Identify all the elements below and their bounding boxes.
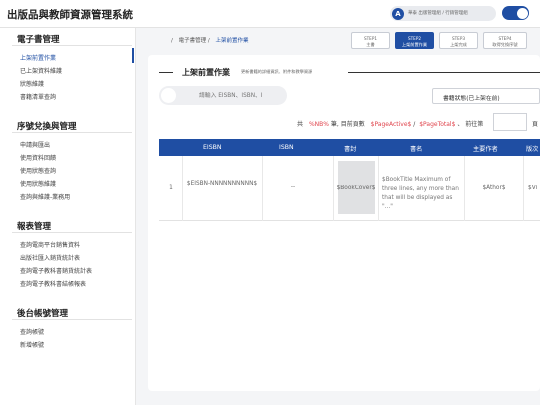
app-title: 出版品與教師資源管理系統	[7, 9, 133, 21]
cell-cover: $BookCover$	[336, 185, 376, 191]
breadcrumb: / 電子書管理 / 上架前置作業	[171, 36, 249, 44]
cell-divider	[182, 156, 183, 221]
pager-mid: 筆, 目前頁數	[330, 121, 365, 128]
sidebar-item-add-account[interactable]: 新增帳號	[20, 340, 44, 349]
sidebar-item-publisher-import[interactable]: 出版社匯入銷貨統計表	[20, 253, 80, 262]
divider	[12, 45, 132, 46]
toggle-knob	[516, 7, 528, 19]
theme-toggle[interactable]	[502, 6, 529, 20]
sidebar-item-prelisting[interactable]: 上架前置作業	[20, 53, 56, 62]
column-header-isbn[interactable]: ISBN	[279, 144, 294, 151]
cell-book-title[interactable]: $BookTitle Maximum of three lines, any m…	[382, 176, 464, 212]
sidebar-item-textbook-sales[interactable]: 查詢電子教科書銷貨統計表	[20, 266, 92, 275]
page-number-input[interactable]	[493, 113, 527, 131]
search-input[interactable]	[199, 86, 285, 105]
sidebar-item-query-account[interactable]: 查詢帳號	[20, 327, 44, 336]
divider	[12, 132, 132, 133]
cell-isbn: --	[290, 184, 296, 190]
breadcrumb-sep: /	[207, 38, 210, 44]
sidebar-item-status-maintenance[interactable]: 狀態維護	[20, 79, 44, 88]
pager-current-page: $PageActive$	[370, 121, 412, 128]
top-bar: 出版品與教師資源管理系統 A 華泰 出版管理組 / 行銷管理組	[0, 0, 540, 28]
sidebar-section-reports: 報表管理	[17, 222, 52, 232]
sidebar-item-ecommerce-sales[interactable]: 查詢電商平台銷售資料	[20, 240, 80, 249]
column-header-author[interactable]: 主要作者	[473, 144, 498, 153]
step-1[interactable]: STEP1 主書	[351, 32, 390, 49]
step-2[interactable]: STEP2 上架前置作業	[395, 32, 434, 49]
pager-prefix: 共	[297, 121, 304, 128]
divider	[12, 232, 132, 233]
breadcrumb-current: 上架前置作業	[215, 38, 249, 44]
search-toggle[interactable]	[161, 88, 176, 103]
row-index: 1	[169, 185, 173, 191]
column-header-edition: 版次	[526, 146, 539, 153]
sidebar-section-ebook: 電子書管理	[17, 35, 60, 45]
sidebar-item-apply-export[interactable]: 申請與匯出	[20, 140, 50, 149]
pager-total: %NB%	[308, 121, 329, 128]
step-label: 主書	[366, 41, 375, 47]
breadcrumb-sep: /	[171, 38, 173, 44]
cell-divider	[262, 156, 263, 221]
column-header-title[interactable]: 書名	[410, 144, 422, 153]
pager-total-pages: $PageTotal$	[419, 121, 456, 128]
sidebar-section-accounts: 後台帳號管理	[17, 309, 69, 319]
sidebar-item-listed-maintenance[interactable]: 已上架資料維護	[20, 66, 62, 75]
search-box[interactable]	[159, 86, 287, 105]
sidebar-item-usage-query[interactable]: 使用狀態查詢	[20, 166, 56, 175]
cell-divider	[464, 156, 465, 221]
column-header-cover: 書封	[344, 146, 357, 153]
active-indicator	[132, 48, 134, 63]
sidebar-item-usage-maintenance[interactable]: 使用狀態維護	[20, 179, 56, 188]
sidebar-section-serial: 序號兌換與管理	[17, 122, 77, 132]
cell-author: $Athor$	[482, 185, 506, 191]
card-title: 上架前置作業	[182, 68, 230, 77]
status-filter-select[interactable]: 書籍狀態(已上架在前)	[432, 88, 540, 104]
step-label: 上架前置作業	[401, 41, 428, 47]
cell-divider	[523, 156, 524, 221]
cell-divider	[378, 156, 379, 221]
pager-suffix: 頁	[532, 121, 539, 128]
title-rule	[348, 72, 540, 73]
user-label: 華泰 出版管理組 / 行銷管理組	[408, 10, 468, 16]
sidebar-item-sales-query[interactable]: 查詢與維護-業務用	[20, 192, 70, 201]
step-4[interactable]: STEP4 取得兌換序號	[483, 32, 527, 49]
sidebar-item-book-list[interactable]: 書籍清單查詢	[20, 92, 56, 101]
title-rule	[159, 72, 173, 73]
sidebar-item-usage-feedback[interactable]: 使用資料回饋	[20, 153, 56, 162]
step-3[interactable]: STEP3 上架完成	[439, 32, 478, 49]
sidebar-item-textbook-billing[interactable]: 查詢電子教科書結帳報表	[20, 279, 86, 288]
pager-goto: 、 前往第	[457, 121, 484, 128]
user-menu[interactable]: A 華泰 出版管理組 / 行銷管理組	[390, 6, 496, 21]
main-card	[148, 55, 540, 391]
card-subtitle: 更新書籍的詳細資訊、附件和教學資源	[241, 69, 313, 74]
divider	[12, 319, 132, 320]
pager-slash: /	[413, 121, 416, 128]
step-label: 取得兌換序號	[492, 41, 518, 47]
column-header-eisbn[interactable]: EISBN	[203, 144, 222, 151]
step-label: 上架完成	[450, 41, 467, 47]
avatar: A	[392, 7, 404, 20]
cell-edition: $Vi	[528, 185, 538, 191]
breadcrumb-parent[interactable]: 電子書管理	[179, 38, 207, 44]
cell-eisbn: $EISBN-NNNNNNNNNN$	[186, 181, 258, 187]
pager-text: 共 %NB% 筆, 目前頁數 $PageActive$ / $PageTotal…	[297, 119, 483, 128]
